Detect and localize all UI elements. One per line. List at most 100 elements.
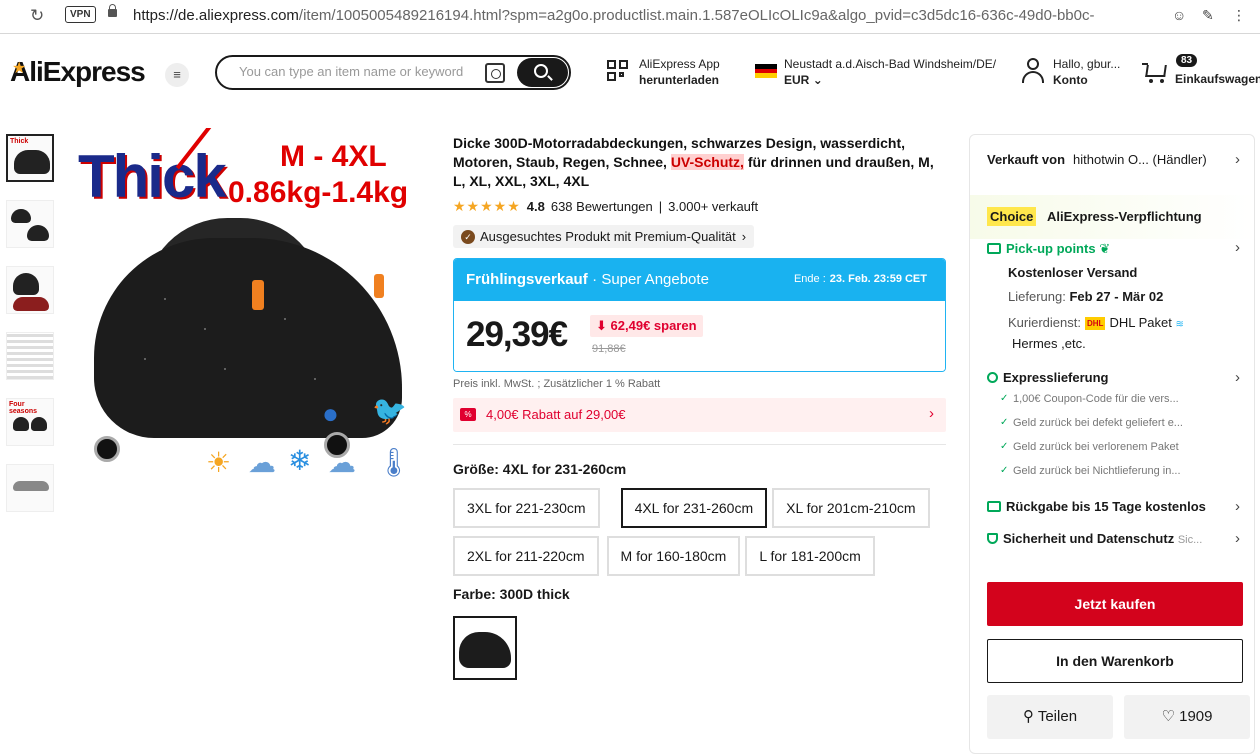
return-box-icon: [987, 501, 1001, 512]
globe-icon: ●: [322, 398, 339, 429]
reload-icon[interactable]: ↻: [30, 6, 44, 26]
size-option[interactable]: L for 181-200cm: [745, 536, 875, 576]
buy-now-button[interactable]: Jetzt kaufen: [987, 582, 1243, 626]
rain-cloud-icon: ☁: [248, 447, 276, 478]
search-button[interactable]: [517, 58, 568, 87]
menu-dots-icon[interactable]: ⋮: [1232, 7, 1246, 24]
thumbnail-1[interactable]: Thick: [6, 134, 54, 182]
size-label: Größe: 4XL for 231-260cm: [453, 461, 627, 477]
account-link[interactable]: Hallo, gbur... Konto: [1053, 56, 1120, 88]
size-option[interactable]: 3XL for 221-230cm: [453, 488, 600, 528]
categories-menu-button[interactable]: ≡: [165, 63, 189, 87]
express-item: Geld zurück bei Nichtlieferung in...: [1000, 465, 1180, 477]
security-link[interactable]: Sicherheit und Datenschutz Sic...: [987, 531, 1202, 546]
vpn-badge[interactable]: VPN: [65, 6, 96, 23]
old-price: 91,88€: [592, 343, 626, 355]
savings-badge: ⬇ 62,49€ sparen: [590, 315, 703, 337]
express-item: Geld zurück bei verlorenem Paket: [1000, 441, 1179, 453]
app-line1: AliExpress App: [639, 57, 720, 71]
current-price: 29,39€: [466, 315, 568, 354]
courier-row: Kurierdienst: DHL DHL Paket ≋: [1008, 315, 1184, 330]
rating-row: ★★★★★ 4.8 638 Bewertungen | 3.000+ verka…: [453, 198, 948, 215]
pickup-points-link[interactable]: Pick-up points ❦: [987, 241, 1110, 257]
seller-name: hithotwin O... (Händler): [1073, 152, 1207, 167]
main-product-image[interactable]: Thick M - 4XL 0.86kg-1.4kg ● 🐦 ☀ ☁ ❄ ☁ 🌡: [66, 128, 438, 496]
size-option[interactable]: 2XL for 211-220cm: [453, 536, 599, 576]
courier-label: Kurierdienst:: [1008, 315, 1081, 330]
wifi-icon: ≋: [1175, 319, 1184, 330]
chevron-right-icon: ›: [1235, 498, 1240, 515]
account-icon[interactable]: [1022, 58, 1044, 84]
leaf-icon: ❦: [1099, 241, 1111, 256]
add-to-cart-button[interactable]: In den Warenkorb: [987, 639, 1243, 683]
delivery-row: Lieferung: Feb 27 - Mär 02: [1008, 289, 1163, 304]
chevron-right-icon: ›: [929, 405, 934, 422]
premium-label: Ausgesuchtes Produkt mit Premium-Qualitä…: [480, 229, 736, 244]
reviews-link[interactable]: 638 Bewertungen: [551, 199, 653, 214]
snowflake-icon: ❄: [288, 445, 312, 476]
thumbnail-2[interactable]: [6, 200, 54, 248]
express-delivery-link[interactable]: Expresslieferung: [987, 370, 1109, 385]
thumbnail-3[interactable]: [6, 266, 54, 314]
wishlist-button[interactable]: ♡ 1909: [1124, 695, 1250, 739]
wishlist-count: 1909: [1179, 708, 1213, 725]
rating-value: 4.8: [526, 199, 545, 214]
cart-count-badge: 83: [1176, 54, 1198, 67]
product-title: Dicke 300D-Motorradabdeckungen, schwarze…: [453, 134, 948, 191]
purchase-panel: Verkauft von hithotwin O... (Händler) › C…: [969, 134, 1255, 754]
product-info: Dicke 300D-Motorradabdeckungen, schwarze…: [453, 134, 948, 680]
url-host: https://de.aliexpress.com: [133, 7, 299, 24]
locale-selector[interactable]: Neustadt a.d.Aisch-Bad Windsheim/DE/ EUR…: [784, 56, 996, 88]
image-text-thick: Thick: [78, 143, 227, 210]
size-option[interactable]: M for 160-180cm: [606, 536, 741, 576]
coupon-icon: %: [460, 408, 476, 421]
image-search-icon[interactable]: [485, 63, 505, 83]
check-badge-icon: ✓: [461, 229, 475, 244]
emoji-icon[interactable]: ☺: [1172, 7, 1186, 23]
delivery-label: Lieferung:: [1008, 289, 1066, 304]
seller-link[interactable]: Verkauft von hithotwin O... (Händler): [987, 152, 1245, 167]
coupon-banner[interactable]: % 4,00€ Rabatt auf 29,00€ ›: [453, 398, 946, 432]
color-option-selected[interactable]: [453, 616, 517, 680]
logo-star-icon: ★: [12, 60, 26, 77]
delivery-dates: Feb 27 - Mär 02: [1069, 289, 1164, 304]
edit-icon[interactable]: ✎: [1202, 7, 1214, 24]
aliexpress-logo[interactable]: ★ AliExpress: [10, 56, 146, 88]
sale-box: Frühlingsverkauf · Super Angebote Ende :…: [453, 258, 946, 372]
thermometer-icon: 🌡: [376, 447, 412, 478]
logo-text: AliExpress: [10, 56, 146, 87]
title-highlight: UV-Schutz,: [670, 154, 744, 170]
premium-badge[interactable]: ✓ Ausgesuchtes Produkt mit Premium-Quali…: [453, 225, 755, 248]
truck-icon: [987, 243, 1001, 254]
app-download-link[interactable]: AliExpress App herunterladen: [639, 56, 720, 88]
app-line2: herunterladen: [639, 73, 720, 87]
chevron-right-icon: ›: [1235, 530, 1240, 547]
thumbnail-5[interactable]: Four seasons: [6, 398, 54, 446]
sun-icon: ☀: [206, 447, 232, 478]
image-text-weight: 0.86kg-1.4kg: [228, 176, 409, 209]
thumbnail-list: Thick Four seasons: [6, 134, 56, 530]
coupon-text: 4,00€ Rabatt auf 29,00€: [486, 407, 626, 422]
cart-link[interactable]: Einkaufswagen: [1175, 71, 1260, 87]
thumbnail-4[interactable]: [6, 332, 54, 380]
search-input[interactable]: [239, 64, 487, 79]
share-icon: ⚲: [1022, 708, 1034, 725]
germany-flag-icon: [755, 64, 777, 78]
image-text-size: M - 4XL: [280, 140, 387, 173]
thumbnail-6[interactable]: [6, 464, 54, 512]
cart-icon[interactable]: [1142, 61, 1168, 83]
address-bar[interactable]: https://de.aliexpress.com/item/100500548…: [133, 7, 1158, 24]
lock-icon[interactable]: [108, 4, 117, 17]
free-shipping: Kostenloser Versand: [1008, 265, 1138, 280]
size-option[interactable]: XL for 201cm-210cm: [772, 488, 930, 528]
size-option-selected[interactable]: 4XL for 231-260cm: [620, 488, 768, 528]
share-button[interactable]: ⚲ Teilen: [987, 695, 1113, 739]
returns-link[interactable]: Rückgabe bis 15 Tage kostenlos: [987, 499, 1206, 514]
currency: EUR ⌄: [784, 73, 823, 87]
savings-text: 62,49€ sparen: [610, 318, 697, 333]
storm-cloud-icon: ☁: [328, 447, 356, 478]
qr-code-icon[interactable]: [607, 60, 629, 82]
sale-header: Frühlingsverkauf · Super Angebote Ende :…: [454, 259, 945, 301]
rating-stars-icon: ★★★★★: [453, 198, 521, 214]
chevron-right-icon: ›: [1235, 151, 1240, 168]
